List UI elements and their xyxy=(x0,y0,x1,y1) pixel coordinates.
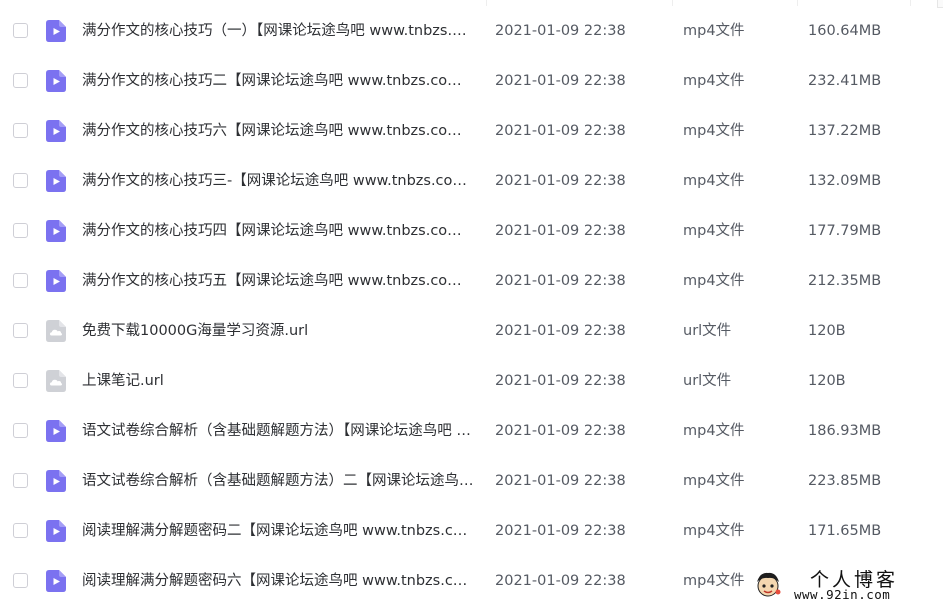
file-type: mp4文件 xyxy=(683,523,745,539)
file-row[interactable]: 语文试卷综合解析（含基础题解题方法）【网课论坛途鸟吧 www.tnbzs.com… xyxy=(0,406,943,456)
file-date: 2021-01-09 22:38 xyxy=(495,23,626,39)
file-size: 160.64MB xyxy=(808,23,882,39)
file-size: 137.22MB xyxy=(808,123,882,139)
row-checkbox[interactable] xyxy=(13,323,28,338)
row-checkbox[interactable] xyxy=(13,73,28,88)
file-name[interactable]: 满分作文的核心技巧三-【网课论坛途鸟吧 www.tnbzs.com】.mp4 xyxy=(82,171,474,191)
file-size: 223.85MB xyxy=(808,473,882,489)
file-row[interactable]: 满分作文的核心技巧五【网课论坛途鸟吧 www.tnbzs.com】.mp4 20… xyxy=(0,256,943,306)
file-name[interactable]: 满分作文的核心技巧（一）【网课论坛途鸟吧 www.tnbzs.com】.mp4 xyxy=(82,21,474,41)
file-size: 120B xyxy=(808,323,846,339)
file-date: 2021-01-09 22:38 xyxy=(495,473,626,489)
file-size: 171.65MB xyxy=(808,523,882,539)
file-row[interactable]: 满分作文的核心技巧（一）【网课论坛途鸟吧 www.tnbzs.com】.mp4 … xyxy=(0,6,943,56)
file-name[interactable]: 阅读理解满分解题密码二【网课论坛途鸟吧 www.tnbzs.com】.mp4 xyxy=(82,521,474,541)
row-checkbox[interactable] xyxy=(13,273,28,288)
video-file-icon xyxy=(46,570,66,592)
row-checkbox[interactable] xyxy=(13,123,28,138)
file-date: 2021-01-09 22:38 xyxy=(495,223,626,239)
file-type: mp4文件 xyxy=(683,23,745,39)
video-file-icon xyxy=(46,470,66,492)
video-file-icon xyxy=(46,520,66,542)
file-row[interactable]: 满分作文的核心技巧二【网课论坛途鸟吧 www.tnbzs.com】.mp4 20… xyxy=(0,56,943,106)
row-checkbox[interactable] xyxy=(13,223,28,238)
row-checkbox[interactable] xyxy=(13,523,28,538)
file-row[interactable]: 阅读理解满分解题密码六【网课论坛途鸟吧 www.tnbzs.com】.mp4 2… xyxy=(0,556,943,606)
file-row[interactable]: 免费下载10000G海量学习资源.url 2021-01-09 22:38 ur… xyxy=(0,306,943,356)
file-name[interactable]: 满分作文的核心技巧四【网课论坛途鸟吧 www.tnbzs.com】.mp4 xyxy=(82,221,474,241)
file-date: 2021-01-09 22:38 xyxy=(495,373,626,389)
file-size: 212.35MB xyxy=(808,273,882,289)
file-type: mp4文件 xyxy=(683,473,745,489)
row-checkbox[interactable] xyxy=(13,373,28,388)
link-file-icon xyxy=(46,370,66,392)
row-checkbox[interactable] xyxy=(13,473,28,488)
video-file-icon xyxy=(46,20,66,42)
link-file-icon xyxy=(46,320,66,342)
file-row[interactable]: 满分作文的核心技巧三-【网课论坛途鸟吧 www.tnbzs.com】.mp4 2… xyxy=(0,156,943,206)
file-date: 2021-01-09 22:38 xyxy=(495,423,626,439)
video-file-icon xyxy=(46,120,66,142)
file-type: mp4文件 xyxy=(683,273,745,289)
file-name[interactable]: 上课笔记.url xyxy=(82,371,474,391)
file-row[interactable]: 语文试卷综合解析（含基础题解题方法）二【网课论坛途鸟吧 www.tnbzs.co… xyxy=(0,456,943,506)
file-name[interactable]: 满分作文的核心技巧五【网课论坛途鸟吧 www.tnbzs.com】.mp4 xyxy=(82,271,474,291)
video-file-icon xyxy=(46,420,66,442)
file-type: url文件 xyxy=(683,323,732,339)
file-size: 132.09MB xyxy=(808,173,882,189)
file-list: 满分作文的核心技巧（一）【网课论坛途鸟吧 www.tnbzs.com】.mp4 … xyxy=(0,6,943,606)
file-date: 2021-01-09 22:38 xyxy=(495,523,626,539)
file-name[interactable]: 满分作文的核心技巧二【网课论坛途鸟吧 www.tnbzs.com】.mp4 xyxy=(82,71,474,91)
file-date: 2021-01-09 22:38 xyxy=(495,123,626,139)
file-date: 2021-01-09 22:38 xyxy=(495,273,626,289)
file-row[interactable]: 上课笔记.url 2021-01-09 22:38 url文件 120B xyxy=(0,356,943,406)
file-name[interactable]: 语文试卷综合解析（含基础题解题方法）二【网课论坛途鸟吧 www.tnbzs.co… xyxy=(82,471,474,491)
file-size: 232.41MB xyxy=(808,73,882,89)
file-type: mp4文件 xyxy=(683,223,745,239)
file-date: 2021-01-09 22:38 xyxy=(495,573,626,589)
video-file-icon xyxy=(46,270,66,292)
file-type: url文件 xyxy=(683,373,732,389)
row-checkbox[interactable] xyxy=(13,423,28,438)
file-row[interactable]: 满分作文的核心技巧六【网课论坛途鸟吧 www.tnbzs.com】.mp4 20… xyxy=(0,106,943,156)
file-name[interactable]: 免费下载10000G海量学习资源.url xyxy=(82,321,474,341)
file-row[interactable]: 满分作文的核心技巧四【网课论坛途鸟吧 www.tnbzs.com】.mp4 20… xyxy=(0,206,943,256)
file-type: mp4文件 xyxy=(683,123,745,139)
row-checkbox[interactable] xyxy=(13,573,28,588)
video-file-icon xyxy=(46,70,66,92)
file-date: 2021-01-09 22:38 xyxy=(495,73,626,89)
file-type: mp4文件 xyxy=(683,173,745,189)
file-browser: 满分作文的核心技巧（一）【网课论坛途鸟吧 www.tnbzs.com】.mp4 … xyxy=(0,0,943,607)
file-type: mp4文件 xyxy=(683,73,745,89)
file-row[interactable]: 阅读理解满分解题密码二【网课论坛途鸟吧 www.tnbzs.com】.mp4 2… xyxy=(0,506,943,556)
file-type: mp4文件 xyxy=(683,573,745,589)
file-date: 2021-01-09 22:38 xyxy=(495,323,626,339)
file-size: 177.79MB xyxy=(808,223,882,239)
video-file-icon xyxy=(46,170,66,192)
file-date: 2021-01-09 22:38 xyxy=(495,173,626,189)
file-size: 186.93MB xyxy=(808,423,882,439)
row-checkbox[interactable] xyxy=(13,173,28,188)
video-file-icon xyxy=(46,220,66,242)
file-name[interactable]: 阅读理解满分解题密码六【网课论坛途鸟吧 www.tnbzs.com】.mp4 xyxy=(82,571,474,591)
file-type: mp4文件 xyxy=(683,423,745,439)
row-checkbox[interactable] xyxy=(13,23,28,38)
file-size: 120B xyxy=(808,373,846,389)
file-name[interactable]: 满分作文的核心技巧六【网课论坛途鸟吧 www.tnbzs.com】.mp4 xyxy=(82,121,474,141)
file-name[interactable]: 语文试卷综合解析（含基础题解题方法）【网课论坛途鸟吧 www.tnbzs.com… xyxy=(82,421,474,441)
